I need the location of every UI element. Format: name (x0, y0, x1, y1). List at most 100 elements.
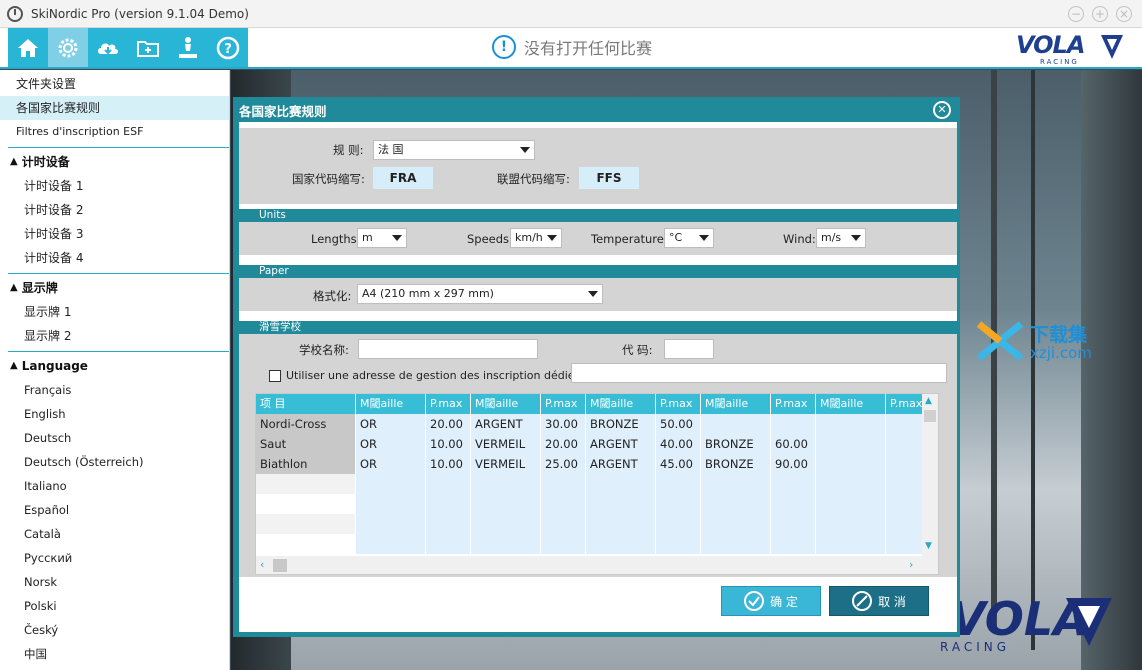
column-header[interactable]: P.max (426, 394, 471, 414)
language-item[interactable]: Deutsch (0, 426, 229, 450)
table-cell[interactable] (816, 474, 886, 494)
table-cell[interactable]: 50.00 (656, 414, 701, 434)
language-item[interactable]: Català (0, 522, 229, 546)
table-cell[interactable] (816, 514, 886, 534)
table-cell[interactable]: 10.00 (426, 454, 471, 474)
table-cell[interactable] (701, 534, 771, 554)
table-cell[interactable] (426, 474, 471, 494)
federation-code-field[interactable]: FFS (579, 167, 639, 189)
table-cell[interactable] (771, 474, 816, 494)
table-cell[interactable] (886, 514, 923, 534)
table-cell[interactable]: OR (356, 414, 426, 434)
language-item[interactable]: Français (0, 378, 229, 402)
language-item[interactable]: 中国 (0, 642, 229, 666)
table-cell[interactable] (541, 514, 586, 534)
column-header[interactable]: M閾aille (356, 394, 426, 414)
table-cell[interactable] (356, 474, 426, 494)
timing-section-header[interactable]: ▲ 计时设备 (0, 150, 229, 174)
table-cell[interactable] (356, 534, 426, 554)
table-cell[interactable] (771, 534, 816, 554)
sidebar-item-display-2[interactable]: 显示牌 2 (0, 324, 229, 348)
table-cell[interactable] (586, 534, 656, 554)
help-button[interactable]: ? (208, 28, 248, 67)
table-cell[interactable] (256, 494, 356, 514)
table-cell[interactable]: 10.00 (426, 434, 471, 454)
table-cell[interactable] (771, 414, 816, 434)
table-cell[interactable] (586, 494, 656, 514)
table-cell[interactable]: OR (356, 454, 426, 474)
table-cell[interactable] (701, 514, 771, 534)
event-cell[interactable]: Nordi-Cross (256, 414, 356, 434)
table-row[interactable]: Nordi-Cross OR 20.00 ARGENT 30.00 BRONZE 50.00 (256, 414, 923, 434)
table-cell[interactable] (816, 414, 886, 434)
table-cell[interactable] (701, 414, 771, 434)
language-item[interactable]: Norsk (0, 570, 229, 594)
new-folder-button[interactable] (128, 28, 168, 67)
table-cell[interactable] (886, 434, 923, 454)
display-section-header[interactable]: ▲ 显示牌 (0, 276, 229, 300)
horizontal-scrollbar[interactable]: ‹ › (256, 556, 938, 574)
table-cell[interactable] (886, 534, 923, 554)
column-header[interactable]: 项 目 (256, 394, 356, 414)
table-cell[interactable] (471, 494, 541, 514)
table-cell[interactable]: 60.00 (771, 434, 816, 454)
table-cell[interactable] (471, 534, 541, 554)
sidebar-item-folder-settings[interactable]: 文件夹设置 (0, 72, 229, 96)
column-header[interactable]: M閾aille (701, 394, 771, 414)
table-row[interactable]: Biathlon OR 10.00 VERMEIL 25.00 ARGENT 45.00 BR… (256, 454, 923, 474)
chevron-right-icon[interactable]: › (909, 558, 913, 571)
table-cell[interactable] (656, 534, 701, 554)
column-header[interactable]: P.max (656, 394, 701, 414)
table-cell[interactable]: 25.00 (541, 454, 586, 474)
table-row[interactable] (256, 514, 923, 534)
table-cell[interactable]: 90.00 (771, 454, 816, 474)
table-cell[interactable]: BRONZE (701, 454, 771, 474)
table-cell[interactable]: ARGENT (586, 434, 656, 454)
table-cell[interactable] (586, 514, 656, 534)
sidebar-item-timing-2[interactable]: 计时设备 2 (0, 198, 229, 222)
chevron-down-icon[interactable]: ▼ (925, 541, 932, 551)
table-cell[interactable]: 20.00 (426, 414, 471, 434)
table-cell[interactable] (656, 514, 701, 534)
table-cell[interactable] (356, 494, 426, 514)
table-cell[interactable]: ARGENT (471, 414, 541, 434)
column-header[interactable]: P.max (771, 394, 816, 414)
table-cell[interactable] (426, 534, 471, 554)
table-cell[interactable]: 45.00 (656, 454, 701, 474)
scrollbar-thumb[interactable] (924, 410, 936, 422)
language-section-header[interactable]: ▲ Language (0, 354, 229, 378)
language-item[interactable]: Español (0, 498, 229, 522)
temperatures-select[interactable]: °C (664, 228, 714, 248)
country-code-field[interactable]: FRA (373, 167, 433, 189)
rule-select[interactable]: 法 国 (373, 140, 535, 160)
table-cell[interactable]: VERMEIL (471, 454, 541, 474)
esf-address-checkbox[interactable] (269, 370, 281, 382)
school-code-input[interactable] (664, 339, 714, 359)
table-cell[interactable] (256, 534, 356, 554)
close-window-button[interactable]: × (1116, 6, 1132, 22)
school-name-input[interactable] (358, 339, 538, 359)
table-cell[interactable] (426, 514, 471, 534)
table-cell[interactable]: 20.00 (541, 434, 586, 454)
language-item[interactable]: Český (0, 618, 229, 642)
table-cell[interactable] (656, 494, 701, 514)
table-cell[interactable] (886, 414, 923, 434)
table-cell[interactable] (256, 514, 356, 534)
table-cell[interactable] (771, 494, 816, 514)
column-header[interactable]: M閾aille (586, 394, 656, 414)
table-cell[interactable] (541, 474, 586, 494)
table-cell[interactable] (886, 494, 923, 514)
sidebar-item-country-rules[interactable]: 各国家比赛规则 (0, 96, 229, 120)
table-cell[interactable]: VERMEIL (471, 434, 541, 454)
table-row[interactable]: Saut OR 10.00 VERMEIL 20.00 ARGENT 40.00 BRONZE… (256, 434, 923, 454)
table-cell[interactable] (426, 494, 471, 514)
dialog-close-button[interactable]: ✕ (933, 101, 951, 119)
sidebar-item-timing-4[interactable]: 计时设备 4 (0, 246, 229, 270)
language-item[interactable]: Polski (0, 594, 229, 618)
sidebar-item-display-1[interactable]: 显示牌 1 (0, 300, 229, 324)
sidebar-item-esf-filters[interactable]: Filtres d'inscription ESF (0, 120, 229, 144)
table-cell[interactable] (356, 514, 426, 534)
ok-button[interactable]: 确 定 (721, 586, 821, 616)
vertical-scrollbar[interactable]: ▲ ▼ (922, 394, 938, 556)
table-cell[interactable]: 40.00 (656, 434, 701, 454)
